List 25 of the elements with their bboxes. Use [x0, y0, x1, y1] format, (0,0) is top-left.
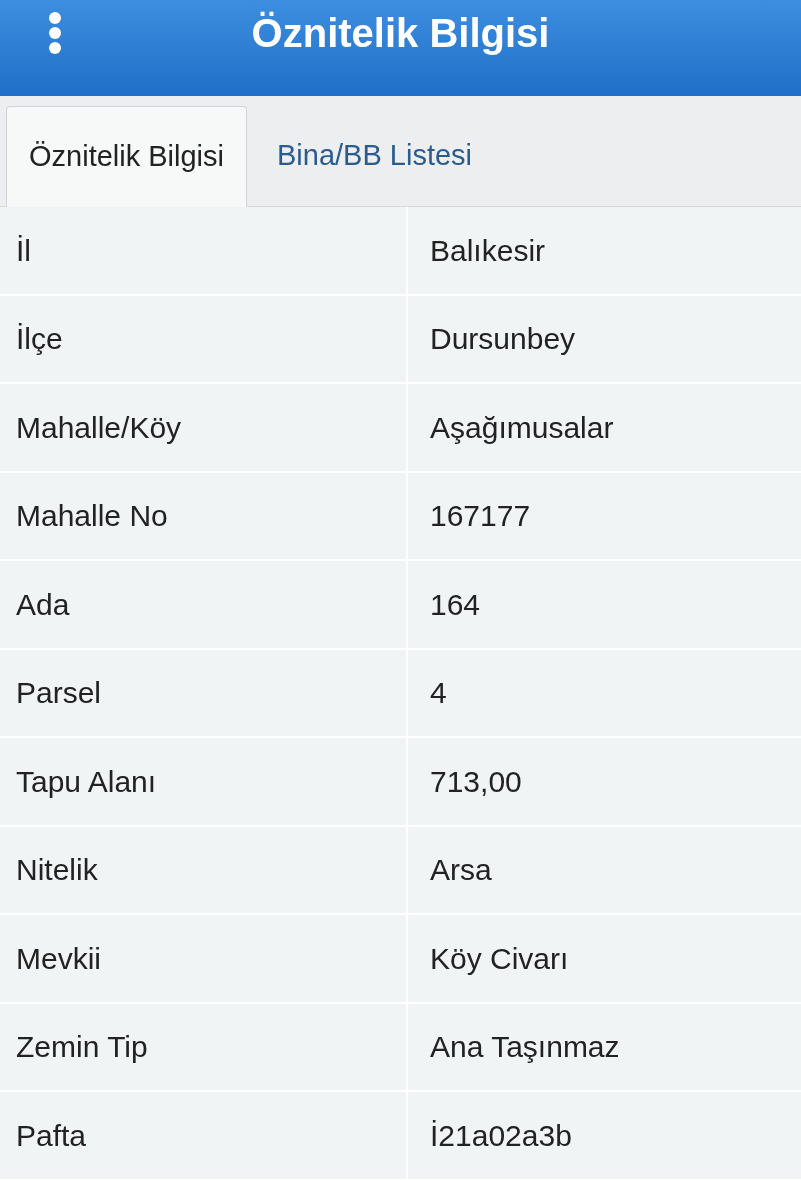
label-cell: Ada — [0, 561, 408, 648]
value-cell: Arsa — [408, 826, 801, 913]
value-cell: Dursunbey — [408, 295, 801, 382]
value-cell: İ21a02a3b — [408, 1092, 801, 1179]
label-cell: Mahalle/Köy — [0, 384, 408, 471]
label-cell: Pafta — [0, 1092, 408, 1179]
tab[interactable]: Öznitelik Bilgisi — [6, 106, 247, 207]
value-cell: Balıkesir — [408, 207, 801, 294]
value-cell: Köy Civarı — [408, 915, 801, 1002]
label-cell: Tapu Alanı — [0, 738, 408, 825]
value-cell: 713,00 — [408, 738, 801, 825]
label-cell: Parsel — [0, 649, 408, 736]
label-cell: İlçe — [0, 295, 408, 382]
label-cell: Nitelik — [0, 826, 408, 913]
label-cell: Zemin Tip — [0, 1003, 408, 1090]
tab[interactable]: Bina/BB Listesi — [247, 105, 503, 206]
value-cell: 4 — [408, 649, 801, 736]
value-cell: 167177 — [408, 472, 801, 559]
header-title: Öznitelik Bilgisi — [251, 10, 550, 57]
label-cell: Mahalle No — [0, 472, 408, 559]
value-cell: Ana Taşınmaz — [408, 1003, 801, 1090]
value-cell: Aşağımusalar — [408, 384, 801, 471]
value-cell: 164 — [408, 561, 801, 648]
label-cell: İl — [0, 207, 408, 294]
label-cell: Mevkii — [0, 915, 408, 1002]
